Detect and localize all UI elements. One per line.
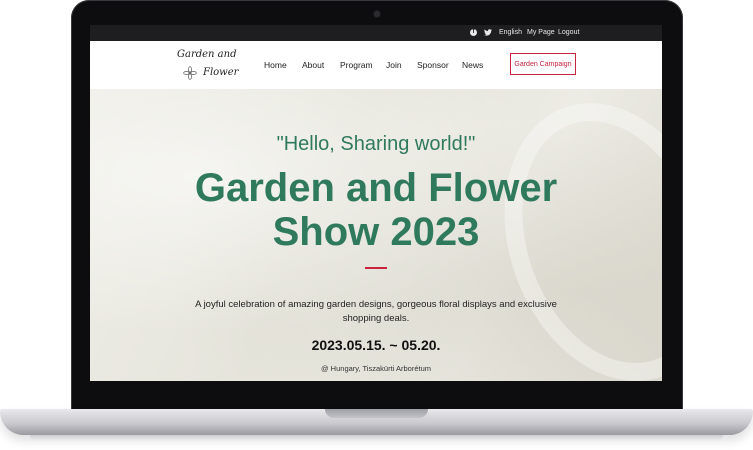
nav-sponsor[interactable]: Sponsor (417, 60, 449, 70)
nav-join[interactable]: Join (386, 60, 402, 70)
logout-link[interactable]: Logout (558, 29, 579, 37)
nav-about[interactable]: About (302, 60, 324, 70)
language-link[interactable]: English (499, 29, 522, 37)
nav-news[interactable]: News (462, 60, 483, 70)
hero-description: A joyful celebration of amazing garden d… (195, 299, 557, 324)
logo-text-line2: Flower (203, 67, 239, 78)
event-dates: 2023.05.15. ~ 05.20. (311, 337, 441, 353)
hero-title-line1: Garden and Flower (194, 166, 558, 210)
my-page-link[interactable]: My Page (527, 29, 555, 37)
nav-program[interactable]: Program (340, 60, 373, 70)
site-logo[interactable]: Garden and Flower (176, 47, 238, 83)
site-header: Garden and Flower Home About Program Joi… (90, 41, 662, 89)
twitter-icon[interactable] (484, 29, 492, 39)
flower-icon (183, 66, 197, 80)
hero-tagline: "Hello, Sharing world!" (276, 133, 476, 155)
hero-section: "Hello, Sharing world!" Garden and Flowe… (90, 72, 662, 381)
camera-icon (374, 11, 380, 17)
nav-home[interactable]: Home (264, 60, 287, 70)
laptop-screen: f English My Page Logout Garden and Flow… (90, 25, 662, 381)
laptop-base-shadow (30, 435, 723, 441)
hero-divider (365, 267, 387, 269)
garden-campaign-button[interactable]: Garden Campaign (510, 53, 576, 75)
laptop-base-notch (325, 409, 428, 418)
hero-title-line2: Show 2023 (272, 210, 480, 254)
event-venue: @ Hungary, Tiszakürti Arborétum (320, 364, 431, 373)
utility-bar: f English My Page Logout (90, 25, 662, 41)
logo-text-line1: Garden and (177, 49, 237, 60)
facebook-icon[interactable]: f (470, 29, 477, 36)
hero-title: Garden and Flower Show 2023 (90, 166, 662, 254)
